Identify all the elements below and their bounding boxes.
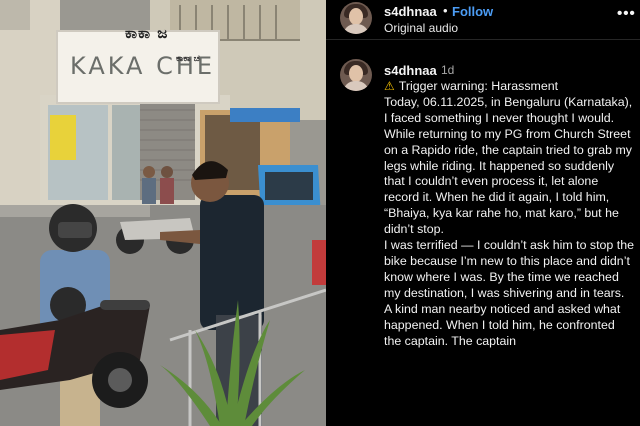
post-caption: ⚠ Trigger warning: Harassment Today, 06.1… xyxy=(384,79,634,349)
avatar-shoulders xyxy=(343,24,369,34)
post-video-frame[interactable]: ಕಾಕಾ ಜ KAKA CHE ಕಾಕಾ ಚ xyxy=(0,0,326,426)
caption-timestamp[interactable]: 1d xyxy=(441,63,454,77)
caption-warning-text: Trigger warning: Harassment xyxy=(398,79,559,93)
post-username[interactable]: s4dhnaa xyxy=(384,4,437,19)
caption-username[interactable]: s4dhnaa xyxy=(384,63,437,78)
avatar-face xyxy=(349,8,363,25)
post-header: s4dhnaa • Follow Original audio ••• xyxy=(326,0,640,40)
follow-button[interactable]: Follow xyxy=(452,4,493,19)
warning-icon: ⚠ xyxy=(384,79,395,93)
avatar-shoulders xyxy=(343,81,369,91)
post-details-panel: s4dhnaa • Follow Original audio ••• s4dh… xyxy=(326,0,640,426)
shop-sign-kannada-text: ಕಾಕಾ ಜ xyxy=(125,24,169,42)
shop-sign-kannada-small-text: ಕಾಕಾ ಚ xyxy=(176,54,200,64)
caption-paragraph-1: Today, 06.11.2025, in Bengaluru (Karnata… xyxy=(384,94,633,237)
more-options-icon[interactable]: ••• xyxy=(617,5,636,22)
caption-fade xyxy=(326,398,640,426)
avatar[interactable] xyxy=(340,2,372,34)
avatar-face xyxy=(349,65,363,82)
caption-line-warning: ⚠ Trigger warning: Harassment xyxy=(384,79,634,95)
caption-paragraph-2: I was terrified — I couldn’t ask him to … xyxy=(384,238,634,348)
comment-avatar[interactable] xyxy=(340,59,372,91)
separator-dot: • xyxy=(443,3,448,18)
original-audio-link[interactable]: Original audio xyxy=(384,21,458,35)
